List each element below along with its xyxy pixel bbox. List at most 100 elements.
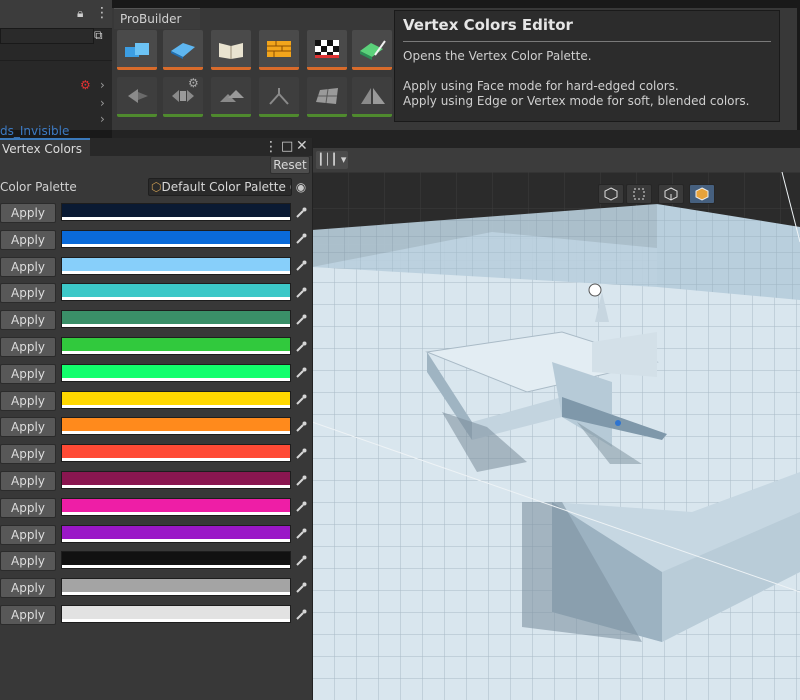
- color-row: Apply: [0, 549, 312, 576]
- alpha-bar: [62, 565, 290, 569]
- color-swatch[interactable]: [61, 605, 291, 623]
- apply-color-button[interactable]: Apply: [0, 203, 56, 223]
- eyedropper-button[interactable]: [292, 338, 309, 355]
- material-editor-button[interactable]: [307, 30, 347, 70]
- eyedropper-button[interactable]: [292, 499, 309, 516]
- color-swatch[interactable]: [61, 203, 291, 221]
- color-swatch[interactable]: [61, 524, 291, 543]
- apply-color-button[interactable]: Apply: [0, 524, 56, 545]
- eyedropper-button[interactable]: [292, 552, 309, 569]
- eyedropper-button[interactable]: [292, 365, 309, 382]
- alpha-bar: [62, 511, 290, 515]
- color-palette-value: Default Color Palette (: [161, 180, 292, 194]
- eyedropper-button[interactable]: [292, 258, 309, 275]
- color-swatch[interactable]: [61, 229, 291, 248]
- eyedropper-button[interactable]: [292, 472, 309, 489]
- eyedropper-button[interactable]: [292, 204, 309, 221]
- subdivide-button[interactable]: [307, 77, 347, 117]
- color-row: Apply: [0, 281, 312, 308]
- apply-color-button[interactable]: Apply: [0, 417, 56, 438]
- apply-color-button[interactable]: Apply: [0, 229, 56, 250]
- tab-vertex-colors[interactable]: Vertex Colors: [0, 138, 90, 157]
- kebab-menu-icon[interactable]: ⋮: [264, 139, 278, 155]
- alpha-bar: [62, 243, 290, 247]
- flip-button[interactable]: [352, 77, 392, 117]
- apply-color-button[interactable]: Apply: [0, 283, 56, 304]
- scene-3d-view[interactable]: [312, 172, 800, 700]
- probuilder-tab[interactable]: ProBuilder: [114, 8, 200, 29]
- close-icon[interactable]: ✕: [296, 138, 308, 154]
- chevron-right-icon[interactable]: ›: [100, 78, 105, 92]
- color-swatch[interactable]: [61, 417, 291, 436]
- face-mode-button[interactable]: [689, 184, 715, 204]
- eyedropper-button[interactable]: [292, 311, 309, 328]
- vertex-colors-button[interactable]: [352, 30, 392, 70]
- tooltip-divider: [403, 41, 771, 42]
- object-picker-icon[interactable]: ◉: [293, 179, 309, 195]
- apply-color-button[interactable]: Apply: [0, 390, 56, 411]
- new-shape-button[interactable]: [117, 30, 157, 70]
- color-swatch[interactable]: [61, 578, 291, 597]
- chevron-right-icon[interactable]: ›: [100, 112, 105, 126]
- reset-button[interactable]: Reset: [270, 156, 310, 174]
- maximize-icon[interactable]: □: [281, 139, 293, 154]
- color-swatch[interactable]: [61, 363, 291, 382]
- apply-color-button[interactable]: Apply: [0, 497, 56, 518]
- chevron-right-icon[interactable]: ›: [100, 96, 105, 110]
- search-options-icon[interactable]: ⧉: [94, 28, 103, 43]
- color-palette-field[interactable]: ⬡Default Color Palette (: [148, 178, 292, 196]
- apply-color-button[interactable]: Apply: [0, 256, 56, 277]
- color-swatch[interactable]: [61, 310, 291, 329]
- object-mode-button[interactable]: [598, 184, 624, 204]
- apply-color-button[interactable]: Apply: [0, 551, 56, 572]
- color-swatch[interactable]: [61, 390, 291, 409]
- new-poly-shape-button[interactable]: [163, 30, 203, 70]
- eyedropper-icon: [295, 528, 306, 539]
- color-swatch[interactable]: [61, 471, 291, 489]
- eyedropper-button[interactable]: [292, 526, 309, 543]
- eyedropper-button[interactable]: [292, 579, 309, 596]
- apply-color-button[interactable]: Apply: [0, 471, 56, 491]
- color-swatch[interactable]: [61, 283, 291, 302]
- color-palette-row: Color Palette ⬡Default Color Palette ( ◉: [0, 178, 312, 198]
- uv-editor-button[interactable]: [211, 30, 251, 70]
- light-gizmo[interactable]: [588, 283, 602, 297]
- gear-icon[interactable]: ⚙: [188, 76, 199, 90]
- edge-mode-button[interactable]: [658, 184, 684, 204]
- apply-color-button[interactable]: Apply: [0, 363, 56, 384]
- new-shape-icon: [125, 42, 149, 57]
- lock-icon[interactable]: 🔒︎: [77, 6, 83, 21]
- hierarchy-search[interactable]: [0, 28, 94, 44]
- color-swatch[interactable]: [61, 444, 291, 463]
- merge-button[interactable]: [211, 77, 251, 117]
- weld-icon: [269, 87, 289, 105]
- color-swatch[interactable]: [61, 256, 291, 275]
- kebab-menu-icon[interactable]: ⋮: [95, 5, 109, 21]
- select-face-loop-button[interactable]: [117, 77, 157, 117]
- eyedropper-icon: [295, 367, 306, 379]
- eyedropper-button[interactable]: [292, 418, 309, 435]
- vertex-mode-button[interactable]: [626, 184, 652, 204]
- hierarchy-item-link[interactable]: ds_Invisible: [0, 124, 69, 138]
- eyedropper-button[interactable]: [292, 445, 309, 462]
- eyedropper-button[interactable]: [292, 231, 309, 248]
- weld-button[interactable]: [259, 77, 299, 117]
- color-swatch[interactable]: [61, 337, 291, 355]
- eyedropper-button[interactable]: [292, 606, 309, 623]
- apply-color-button[interactable]: Apply: [0, 337, 56, 357]
- tooltip-hint-face-mode: Apply using Face mode for hard-edged col…: [403, 79, 679, 93]
- eyedropper-button[interactable]: [292, 284, 309, 301]
- eyedropper-button[interactable]: [292, 392, 309, 409]
- apply-color-button[interactable]: Apply: [0, 310, 56, 331]
- color-swatch[interactable]: [61, 497, 291, 516]
- audio-dropdown[interactable]: ┃│┃ ▾: [316, 151, 348, 169]
- apply-color-button[interactable]: Apply: [0, 444, 56, 465]
- scene-viewport[interactable]: [312, 172, 800, 700]
- apply-color-button[interactable]: Apply: [0, 605, 56, 625]
- smoothing-button[interactable]: [259, 30, 299, 70]
- eyedropper-icon: [295, 207, 306, 218]
- pivot-handle[interactable]: [615, 420, 621, 426]
- apply-color-button[interactable]: Apply: [0, 578, 56, 599]
- divider: [0, 60, 112, 61]
- color-swatch[interactable]: [61, 551, 291, 570]
